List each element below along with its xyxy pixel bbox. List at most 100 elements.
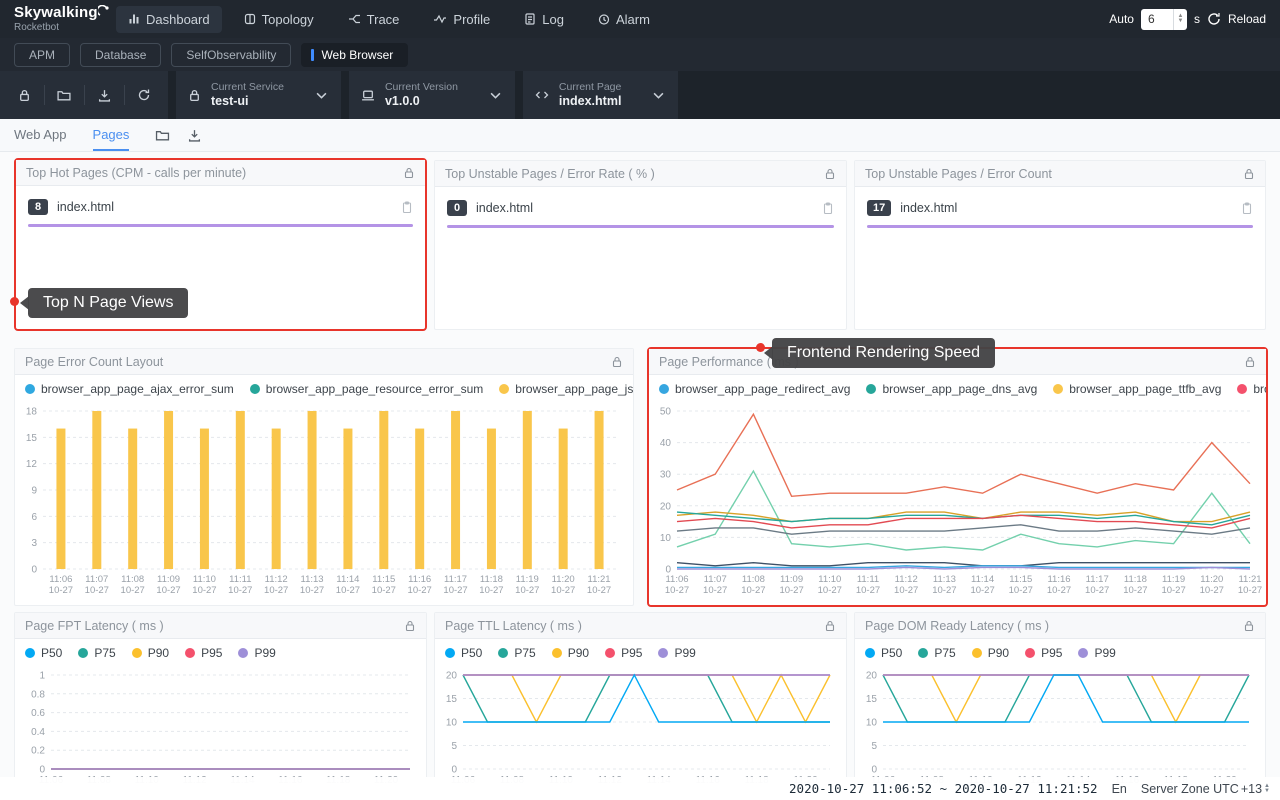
legend-item[interactable]: P50 [445,646,482,660]
lock-icon[interactable] [404,620,416,632]
auto-interval-input[interactable]: 6 ▲▼ [1141,9,1187,30]
lock-icon[interactable] [611,356,623,368]
lock-icon[interactable] [824,168,836,180]
legend-item[interactable]: browser_app_page_js_error_sum [499,382,633,396]
legend-label: P90 [568,646,589,660]
spinner-arrows-icon[interactable]: ▲▼ [1173,9,1187,30]
svg-text:11:09: 11:09 [157,574,180,585]
tab-pages[interactable]: Pages [93,119,130,151]
nav-label: Dashboard [146,12,210,27]
legend-item[interactable]: P95 [605,646,642,660]
legend-item[interactable]: P90 [552,646,589,660]
fpt-latency-line-chart[interactable]: 00.20.40.60.8111:0611:0811:1011:1211:141… [15,667,424,787]
legend-item[interactable]: P75 [498,646,535,660]
page-tabs: Web App Pages [0,119,1280,152]
legend-item[interactable]: P95 [1025,646,1062,660]
reload-label[interactable]: Reload [1228,12,1266,26]
server-zone-control: Server Zone UTC +13 ▲▼ [1141,782,1270,796]
svg-text:10-27: 10-27 [300,585,324,596]
nav-item-trace[interactable]: Trace [336,6,412,33]
legend-item[interactable]: P75 [78,646,115,660]
lock-icon[interactable] [403,167,415,179]
legend-dot-icon [552,648,562,658]
category-tab-web-browser[interactable]: Web Browser [301,43,408,67]
category-tab-apm[interactable]: APM [14,43,70,67]
legend-dot-icon [185,648,195,658]
language-toggle[interactable]: En [1112,782,1127,796]
svg-text:11:13: 11:13 [301,574,324,585]
legend-dot-icon [658,648,668,658]
folder-icon[interactable] [155,129,170,142]
svg-text:11:20: 11:20 [552,574,575,585]
panel-title: Page TTL Latency ( ms ) [445,619,824,633]
svg-text:10-27: 10-27 [703,585,727,596]
svg-text:11:18: 11:18 [1124,574,1147,585]
legend-item[interactable]: browser_app_page_tcp_avg [1237,382,1266,396]
lock-button[interactable] [4,71,44,119]
auto-reload-controls: Auto 6 ▲▼ s Reload [1109,9,1266,30]
legend-item[interactable]: P99 [1078,646,1115,660]
legend-item[interactable]: P50 [25,646,62,660]
svg-text:11:07: 11:07 [704,574,727,585]
folder-button[interactable] [44,71,84,119]
legend-item[interactable]: P90 [972,646,1009,660]
legend-item[interactable]: browser_app_page_ajax_error_sum [25,382,234,396]
nav-item-dashboard[interactable]: Dashboard [116,6,222,33]
legend-item[interactable]: browser_app_page_resource_error_sum [250,382,483,396]
legend-dot-icon [918,648,928,658]
error-count-bar-chart[interactable]: 036912151811:0610-2711:0710-2711:0810-27… [15,403,631,601]
current-page-selector[interactable]: Current Pageindex.html [523,71,679,119]
chart-legend: browser_app_page_ajax_error_sum browser_a… [15,375,633,403]
legend-item[interactable]: P99 [658,646,695,660]
lock-icon[interactable] [1243,168,1255,180]
legend-label: P50 [881,646,902,660]
logo-title: Skywalking [14,5,109,20]
refresh-button[interactable] [124,71,164,119]
legend-item[interactable]: browser_app_page_dns_avg [866,382,1037,396]
download-icon[interactable] [188,129,201,142]
tooltip-text: Frontend Rendering Speed [787,344,980,361]
page-performance-line-chart[interactable]: 0102030405011:0610-2711:0710-2711:0810-2… [649,403,1264,601]
export-button[interactable] [84,71,124,119]
lock-icon[interactable] [1244,356,1256,368]
category-tab-selfobservability[interactable]: SelfObservability [171,43,291,67]
legend-item[interactable]: P95 [185,646,222,660]
legend-label: P95 [1041,646,1062,660]
time-range-picker[interactable]: 2020-10-27 11:06:52 ~ 2020-10-27 11:21:5… [789,781,1098,796]
ttl-latency-line-chart[interactable]: 0510152011:0611:0811:1011:1211:1411:1611… [435,667,844,787]
reload-icon[interactable] [1207,12,1221,26]
selector-label: Current Version [385,81,458,94]
selector-value: test-ui [211,94,284,110]
selector-value: v1.0.0 [385,94,458,110]
svg-text:10-27: 10-27 [515,585,539,596]
svg-text:20: 20 [866,671,878,682]
nav-item-log[interactable]: Log [512,6,576,33]
current-service-selector[interactable]: Current Servicetest-ui [176,71,341,119]
svg-text:0: 0 [39,765,45,776]
spinner-arrows-icon[interactable]: ▲▼ [1264,784,1270,794]
legend-item[interactable]: P99 [238,646,275,660]
nav-item-topology[interactable]: Topology [232,6,326,33]
dom-ready-latency-line-chart[interactable]: 0510152011:0611:0811:1011:1211:1411:1611… [855,667,1263,787]
category-tab-database[interactable]: Database [80,43,161,67]
lock-icon[interactable] [824,620,836,632]
legend-item[interactable]: P75 [918,646,955,660]
legend-item[interactable]: P90 [132,646,169,660]
nav-item-profile[interactable]: Profile [421,6,502,33]
clipboard-icon[interactable] [401,201,413,214]
svg-text:10-27: 10-27 [551,585,575,596]
clipboard-icon[interactable] [1241,202,1253,215]
legend-item[interactable]: browser_app_page_ttfb_avg [1053,382,1221,396]
rank-bar [447,225,834,228]
clipboard-icon[interactable] [822,202,834,215]
lock-icon [18,89,31,102]
current-version-selector[interactable]: Current Versionv1.0.0 [349,71,515,119]
svg-text:10-27: 10-27 [1200,585,1224,596]
lock-icon[interactable] [1243,620,1255,632]
nav-item-alarm[interactable]: Alarm [586,6,662,33]
chevron-down-icon [490,92,501,99]
legend-item[interactable]: browser_app_page_redirect_avg [659,382,850,396]
tab-web-app[interactable]: Web App [14,119,67,151]
legend-item[interactable]: P50 [865,646,902,660]
svg-text:5: 5 [871,741,877,752]
